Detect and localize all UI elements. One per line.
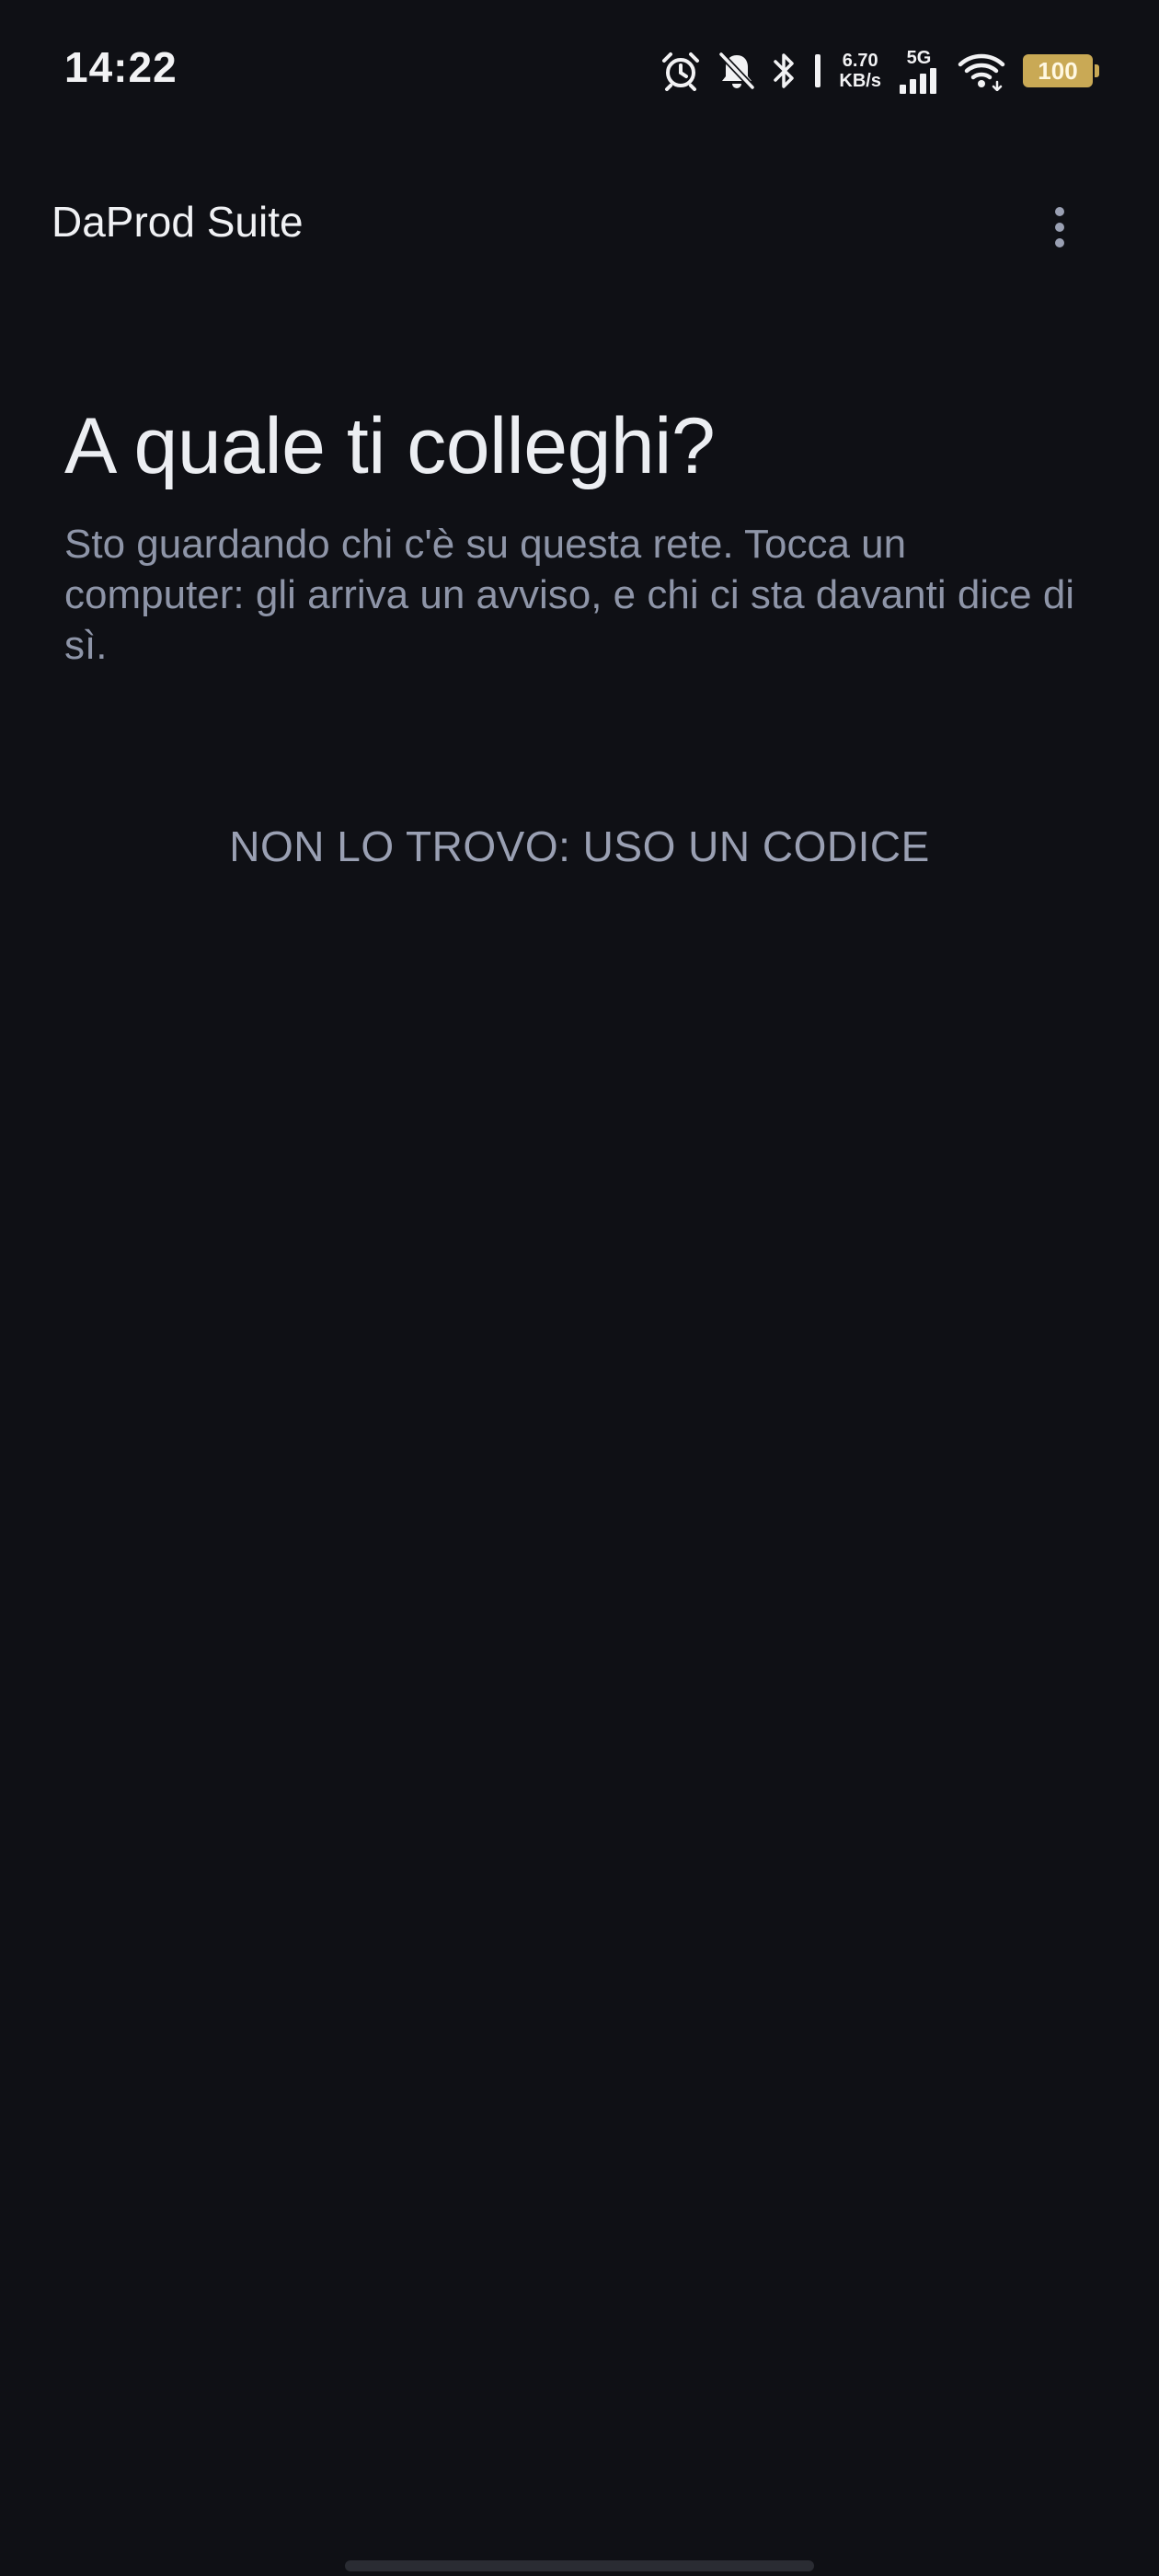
net-speed: 6.70 KB/s (839, 51, 881, 91)
status-bar: 14:22 6.70 KB/s 5G 100 (0, 0, 1159, 138)
menu-dot (1055, 238, 1064, 247)
more-vert-icon[interactable] (1034, 197, 1085, 258)
cellular-signal-icon (898, 68, 940, 94)
screen: 14:22 6.70 KB/s 5G 100 DaProd Suite A qu… (0, 0, 1159, 2576)
page-subtitle: Sto guardando chi c'è su questa rete. To… (64, 522, 1075, 668)
net-speed-unit: KB/s (839, 71, 881, 91)
battery-level: 100 (1038, 56, 1078, 85)
status-time: 14:22 (64, 43, 178, 91)
network-type: 5G (906, 48, 932, 68)
menu-dot (1055, 207, 1064, 216)
net-speed-value: 6.70 (842, 51, 878, 71)
wifi-icon (957, 51, 1006, 91)
battery-icon: 100 (1023, 54, 1099, 87)
bell-off-icon (717, 51, 756, 91)
bluetooth-bar-icon (813, 51, 822, 91)
bluetooth-icon (773, 51, 797, 91)
app-title: DaProd Suite (52, 198, 304, 246)
alarm-icon (660, 51, 701, 91)
menu-dot (1055, 223, 1064, 232)
use-code-button[interactable]: NON LO TROVO: USO UN CODICE (184, 810, 975, 883)
status-icons: 6.70 KB/s 5G 100 (660, 46, 1099, 96)
home-indicator[interactable] (345, 2560, 814, 2571)
page-heading: A quale ti colleghi? (64, 402, 716, 490)
app-bar: DaProd Suite (0, 175, 1159, 276)
cellular-signal: 5G (898, 48, 940, 94)
